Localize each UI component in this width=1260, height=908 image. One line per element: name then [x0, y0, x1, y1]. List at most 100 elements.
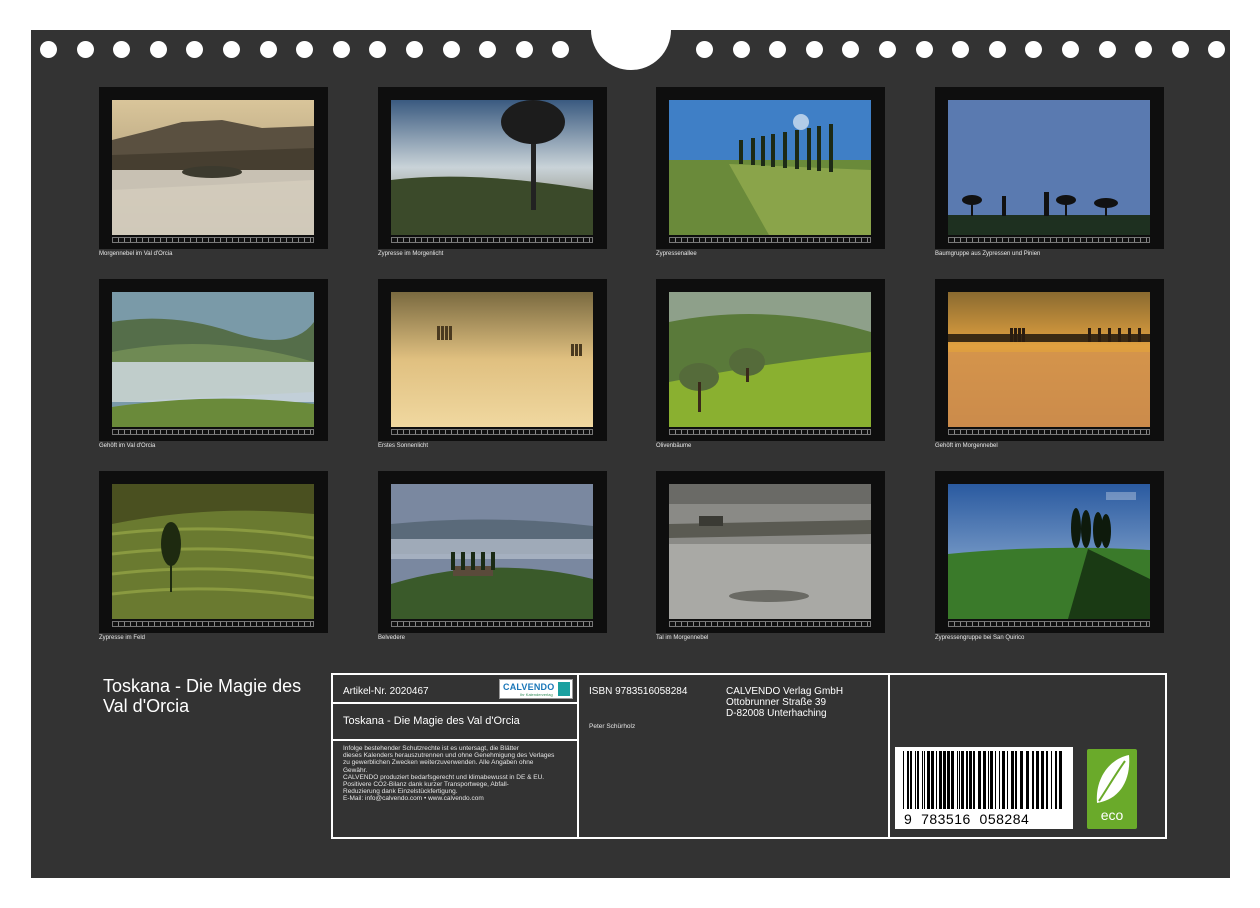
month-thumbnail: [378, 471, 607, 633]
month-caption: Morgennebel im Val d'Orcia: [99, 251, 173, 257]
month-caption: Baumgruppe aus Zypressen und Pinien: [935, 251, 1041, 257]
date-strip: [391, 621, 593, 627]
month-caption: Erstes Sonnenlicht: [378, 443, 429, 449]
calendar-back-cover: Morgennebel im Val d'Orcia Zypresse im M…: [31, 0, 1230, 878]
landscape-photo: [669, 484, 871, 619]
date-strip: [112, 237, 314, 243]
month-caption: Belvedere: [378, 635, 406, 641]
binding-hole: [842, 41, 860, 58]
binding-hole: [442, 41, 460, 58]
legal-line: CALVENDO produziert bedarfsgerecht und k…: [343, 773, 545, 781]
binding-hole: [696, 41, 713, 58]
publisher-line: CALVENDO Verlag GmbH: [726, 686, 844, 697]
legal-line: Reduzierung dank Einzelstückfertigung.: [343, 788, 458, 796]
barcode: 9 783516 058284: [895, 747, 1073, 829]
landscape-photo: [391, 484, 593, 619]
month-thumbnail: [378, 279, 607, 441]
eco-badge: eco: [1087, 749, 1137, 829]
month-thumbnail: [935, 471, 1164, 633]
legal-line: Gewähr.: [343, 766, 368, 774]
date-strip: [669, 429, 871, 435]
calvendo-logo-subtext: Ihr Kalenderverlag: [520, 692, 553, 697]
binding-hole: [515, 41, 533, 58]
binding-hole: [1098, 41, 1116, 58]
isbn: ISBN 9783516058284: [589, 686, 688, 697]
legal-line: Infolge bestehender Schutzrechte ist es …: [343, 745, 519, 752]
legal-line: Positivere CO2-Bilanz dank kurzer Transp…: [343, 781, 509, 789]
publisher-line: Ottobrunner Straße 39: [726, 697, 827, 708]
binding-hole: [259, 41, 277, 58]
date-strip: [948, 429, 1150, 435]
landscape-photo: [669, 292, 871, 427]
legal-line: dieses Kalenders herauszutrennen und ohn…: [343, 752, 555, 760]
month-thumbnail: [935, 87, 1164, 249]
month-caption: Tal im Morgennebel: [656, 635, 709, 641]
date-strip: [948, 237, 1150, 243]
calvendo-logo-text: CALVENDO: [503, 682, 555, 692]
binding-hole: [732, 41, 750, 58]
binding-hole: [406, 41, 423, 58]
product-title: Toskana - Die Magie des Val d'Orcia: [343, 715, 520, 727]
month-thumbnail: [935, 279, 1164, 441]
date-strip: [391, 237, 593, 243]
month-thumbnail: [378, 87, 607, 249]
month-thumbnail: [656, 471, 885, 633]
landscape-photo: [112, 484, 314, 619]
landscape-photo: [669, 100, 871, 235]
divider: [333, 702, 577, 704]
binding-hole: [479, 41, 497, 58]
publisher-address: CALVENDO Verlag GmbH Ottobrunner Straße …: [726, 686, 843, 719]
article-number: Artikel-Nr. 2020467: [343, 686, 429, 697]
month-thumbnail: [656, 87, 885, 249]
date-strip: [112, 621, 314, 627]
publisher-line: D-82008 Unterhaching: [726, 708, 827, 719]
article-info-box: Artikel-Nr. 2020467 CALVENDO Ihr Kalende…: [331, 673, 579, 839]
binding-hole: [149, 41, 167, 58]
calvendo-logo: CALVENDO Ihr Kalenderverlag: [499, 679, 573, 699]
legal-line: zu gewerblichen Zwecken weiterzuverwende…: [343, 759, 534, 767]
eco-label: eco: [1100, 807, 1124, 823]
binding-hole: [1025, 41, 1043, 58]
binding-hole: [1208, 41, 1226, 58]
legal-notice: Infolge bestehender Schutzrechte ist es …: [343, 745, 575, 803]
binding-hole: [113, 41, 131, 58]
binding-hole: [1171, 41, 1189, 58]
landscape-photo: [112, 100, 314, 235]
binding-hole: [769, 41, 787, 58]
binding-hole: [186, 41, 204, 58]
binding-hole: [805, 41, 823, 58]
calvendo-mark-icon: [558, 682, 570, 696]
date-strip: [391, 429, 593, 435]
date-strip: [669, 237, 871, 243]
month-caption: Gehöft im Morgennebel: [935, 443, 998, 449]
landscape-photo: [948, 100, 1150, 235]
binding-hole: [1135, 41, 1153, 58]
date-strip: [669, 621, 871, 627]
landscape-photo: [391, 100, 593, 235]
month-caption: Zypressenallee: [656, 251, 697, 257]
barcode-digits: 9 783516 058284: [904, 811, 1030, 827]
binding-hole: [915, 41, 933, 58]
hanger-notch: [591, 0, 671, 70]
landscape-photo: [112, 292, 314, 427]
month-thumbnail: [99, 471, 328, 633]
binding-hole: [1062, 41, 1079, 58]
month-caption: Zypressengruppe bei San Quirico: [935, 635, 1025, 641]
month-thumbnail: [99, 279, 328, 441]
binding-hole: [332, 41, 350, 58]
month-caption: Olivenbäume: [656, 443, 692, 449]
author: Peter Schürholz: [589, 723, 636, 730]
binding-hole: [988, 41, 1006, 58]
binding-hole: [879, 41, 896, 58]
binding-hole: [296, 41, 314, 58]
month-caption: Zypresse im Feld: [99, 635, 146, 641]
calendar-title: Toskana - Die Magie des Val d'Orcia: [103, 676, 302, 716]
divider: [333, 739, 577, 741]
month-thumbnail: [99, 87, 328, 249]
month-thumbnail: [656, 279, 885, 441]
binding-hole: [952, 41, 970, 58]
binding-hole: [76, 41, 94, 58]
binding-hole: [552, 41, 570, 58]
binding-hole: [223, 41, 240, 58]
landscape-photo: [391, 292, 593, 427]
